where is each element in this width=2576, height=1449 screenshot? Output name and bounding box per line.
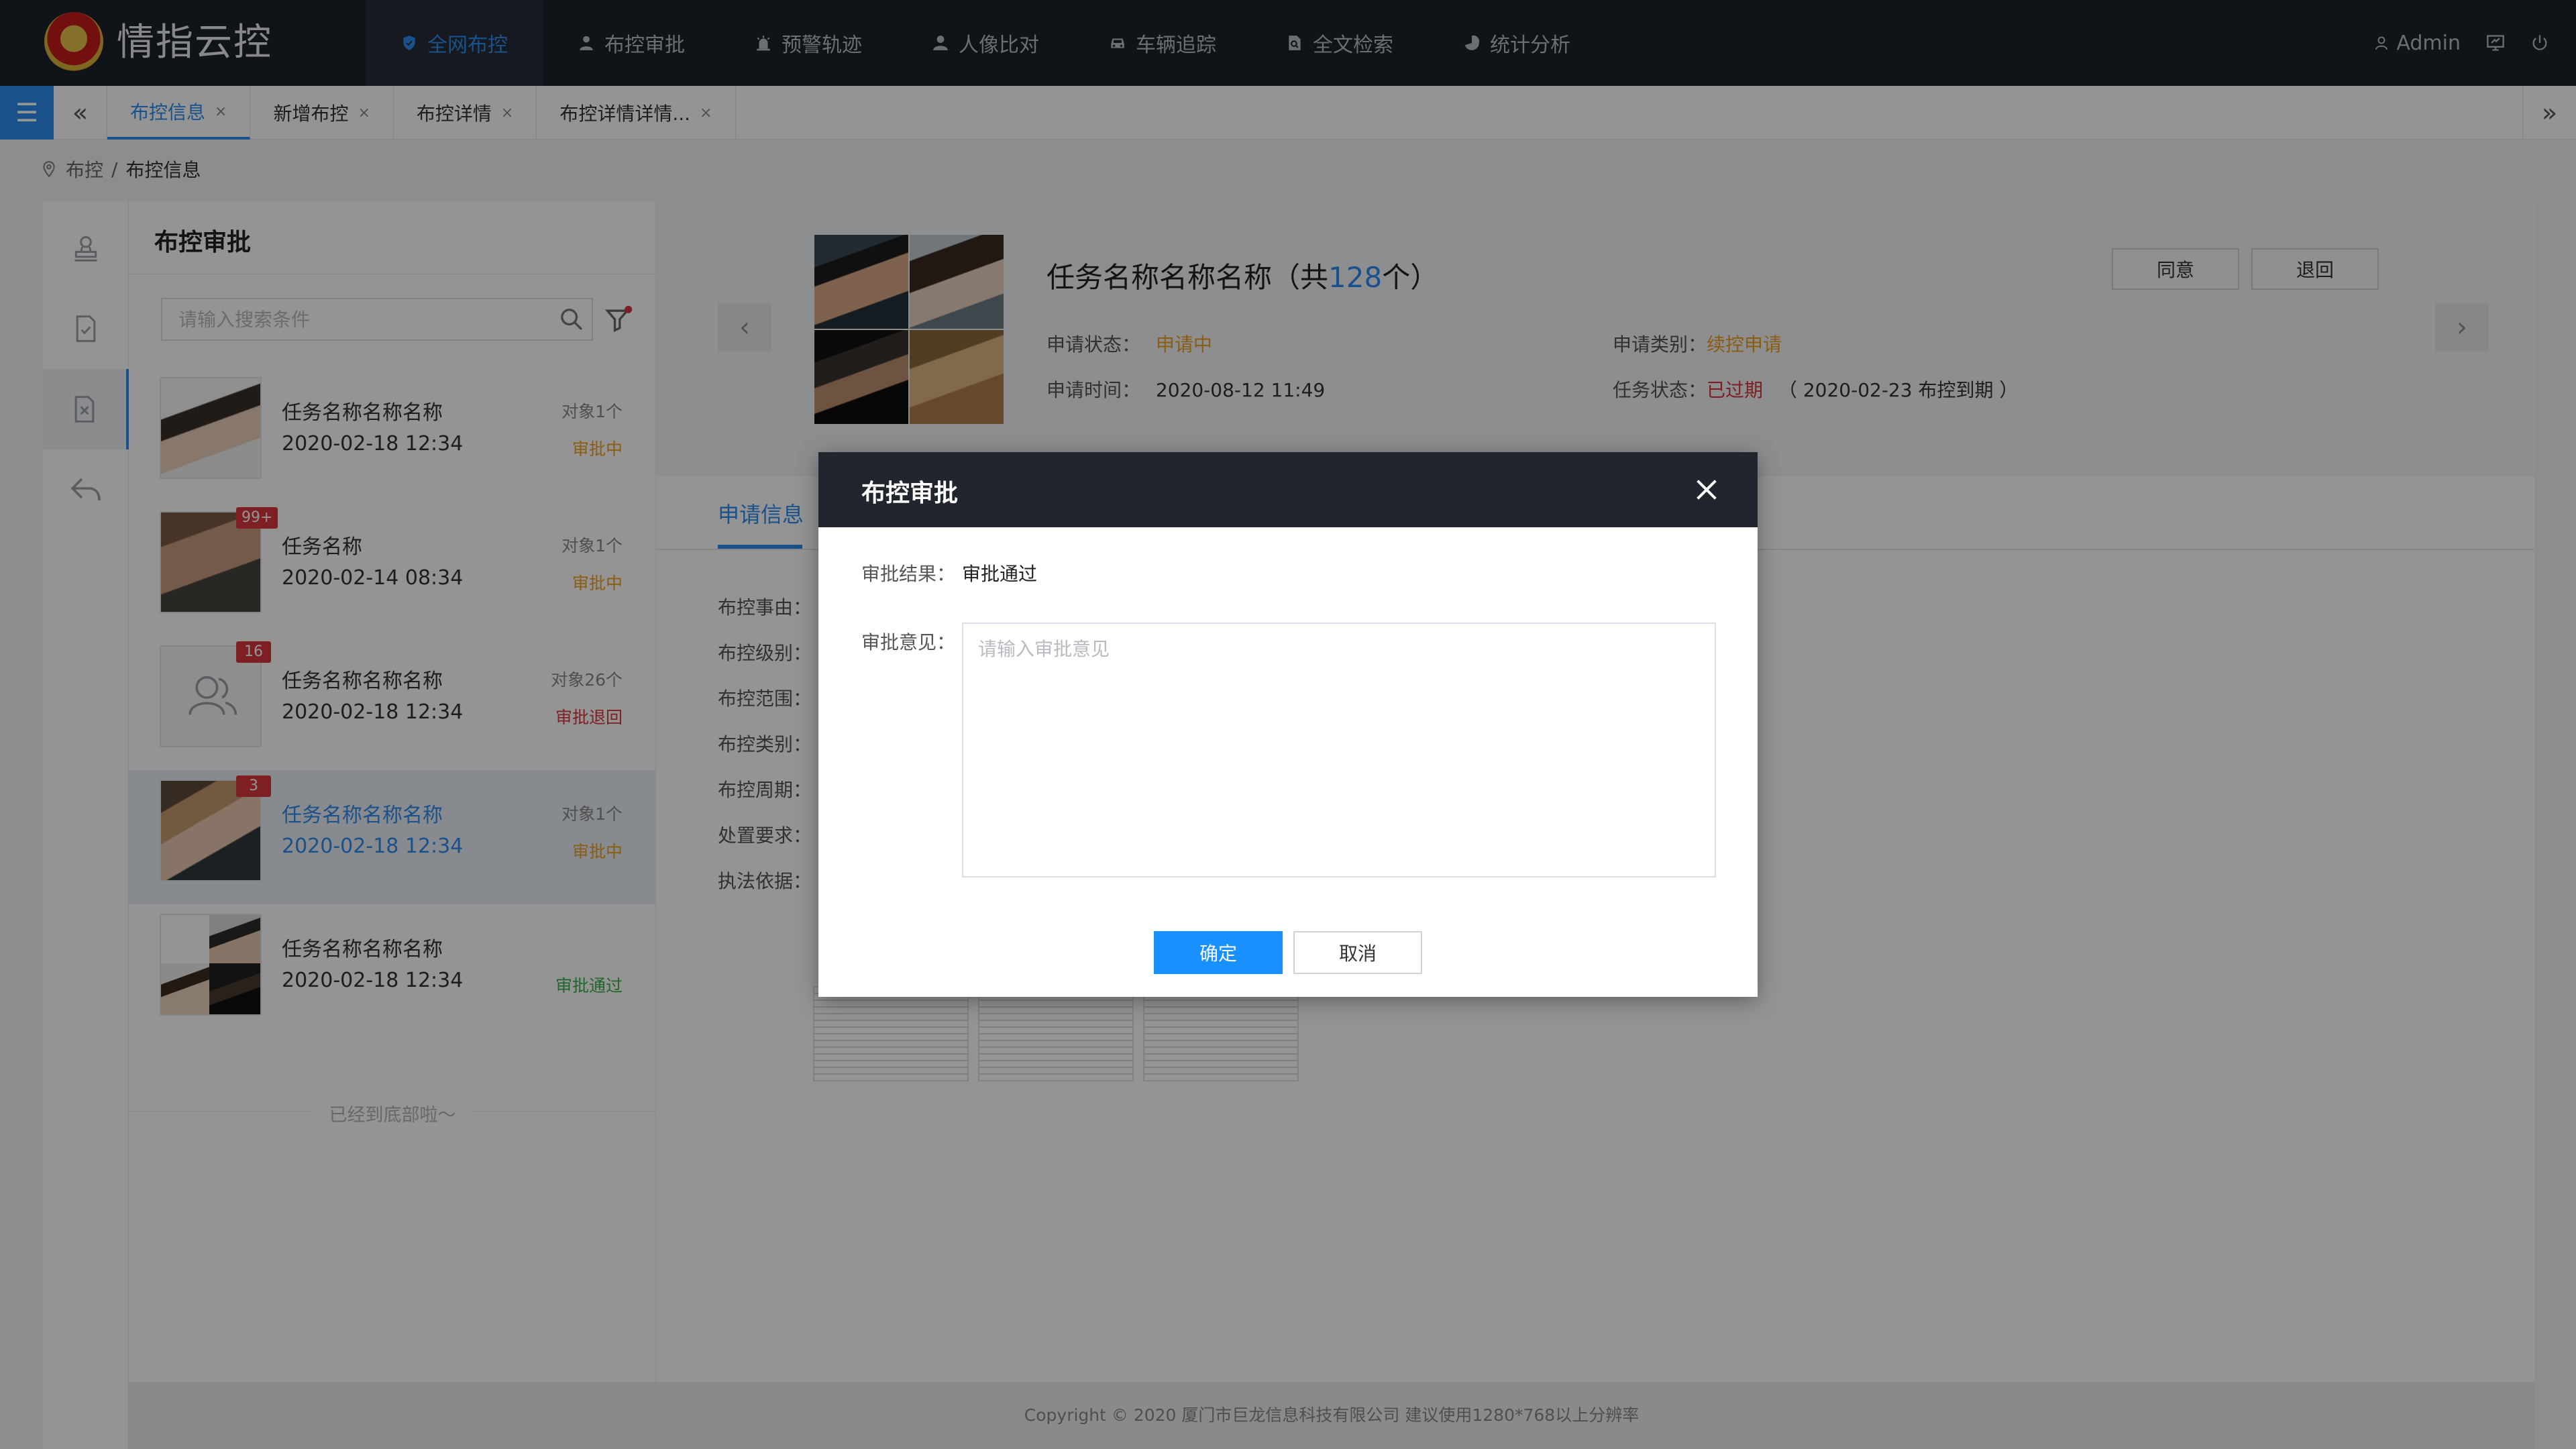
modal-header: 布控审批	[818, 452, 1758, 527]
opinion-label: 审批意见：	[861, 631, 956, 653]
result-label: 审批结果：	[861, 563, 956, 585]
opinion-textarea[interactable]	[962, 623, 1716, 877]
modal-title: 布控审批	[861, 480, 959, 507]
confirm-button[interactable]: 确定	[1154, 931, 1283, 974]
approval-modal: 布控审批 审批结果： 审批通过 审批意见： 确定 取消	[818, 452, 1758, 997]
cancel-button[interactable]: 取消	[1293, 931, 1422, 974]
result-value: 审批通过	[962, 563, 1038, 585]
close-icon[interactable]	[1693, 476, 1720, 503]
